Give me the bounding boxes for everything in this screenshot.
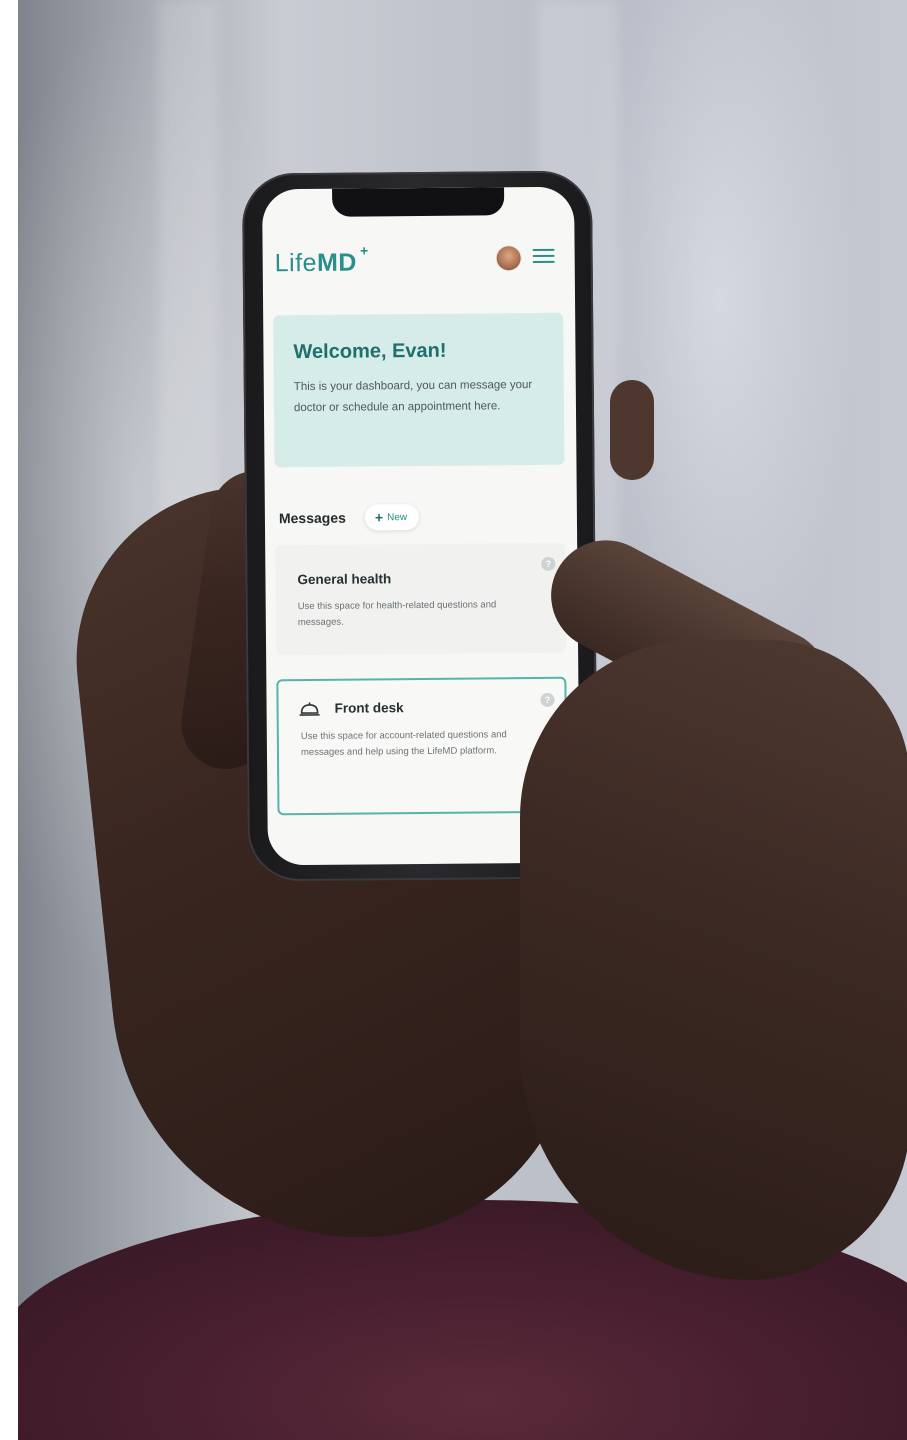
logo-plus: + (360, 242, 369, 259)
new-message-button[interactable]: + New (364, 504, 420, 531)
help-icon[interactable]: ? (541, 556, 556, 571)
avatar[interactable] (496, 246, 521, 271)
help-icon[interactable]: ? (540, 692, 555, 707)
card-body: Use this space for account-related quest… (300, 729, 507, 759)
logo-life: Life (274, 248, 318, 278)
logo-md: MD (316, 248, 358, 277)
card-title: Front desk (334, 700, 404, 716)
messages-label: Messages (278, 509, 346, 527)
hamburger-menu-icon[interactable] (532, 248, 555, 267)
welcome-title: Welcome, Evan! (293, 339, 447, 364)
card-body: Use this space for health-related questi… (297, 599, 497, 629)
right-hand (520, 640, 907, 1280)
messages-header: Messages + New (279, 503, 569, 534)
general-health-card[interactable]: General health Use this space for health… (275, 542, 567, 656)
lifemd-logo[interactable]: LifeMD + (274, 242, 369, 279)
service-bell-icon (299, 702, 320, 716)
plus-icon: + (374, 509, 384, 526)
new-button-label: New (387, 511, 408, 523)
welcome-card: Welcome, Evan! This is your dashboard, y… (273, 312, 565, 468)
left-hand-thumb (610, 380, 654, 480)
phone-notch (332, 187, 505, 217)
card-title: General health (297, 571, 392, 588)
app-header: LifeMD + (263, 239, 575, 286)
welcome-body: This is your dashboard, you can message … (293, 379, 533, 415)
